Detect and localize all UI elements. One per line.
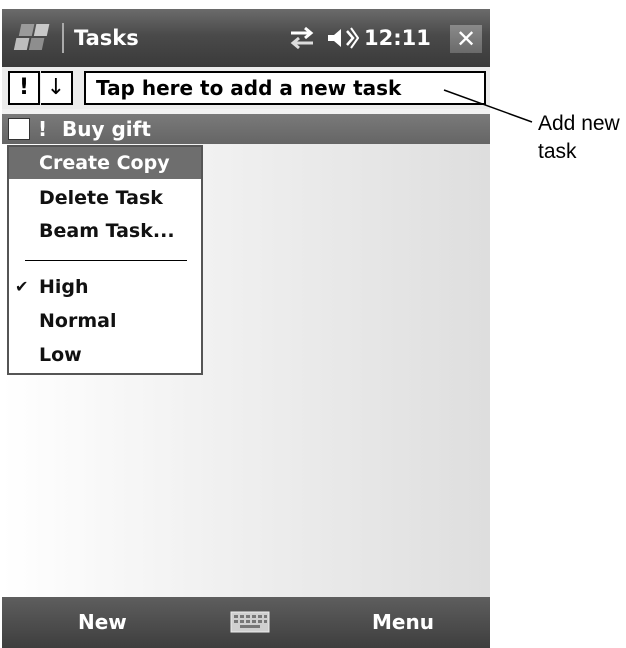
callout-leader-line	[443, 89, 533, 123]
callout-label: Add new task	[538, 112, 620, 163]
